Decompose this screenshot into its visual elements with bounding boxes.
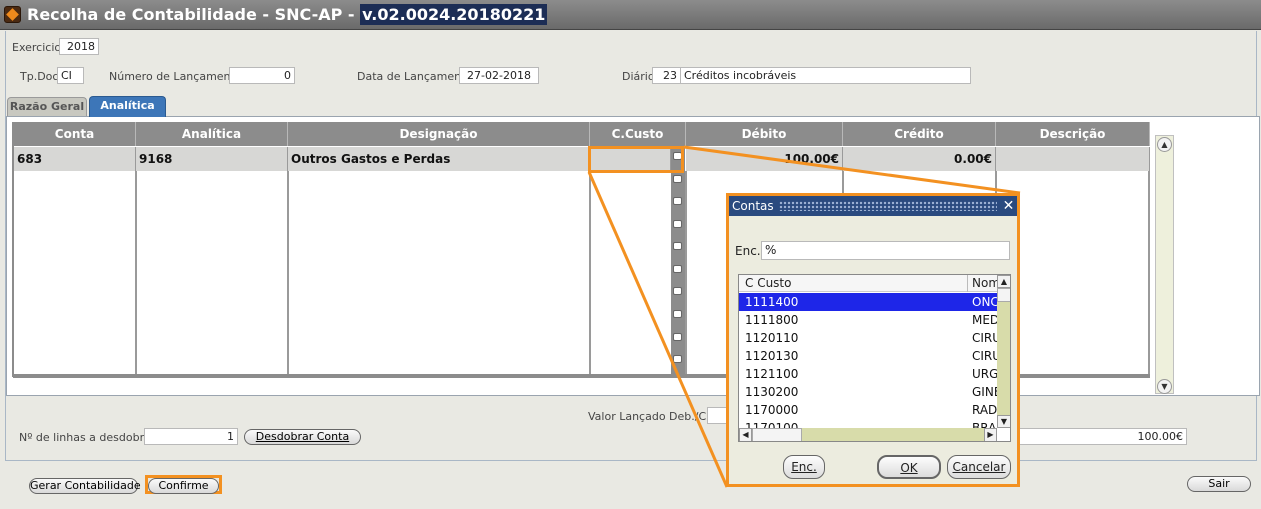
grid-column-divider [135,171,137,376]
list-scroll-up-icon[interactable]: ▲ [997,275,1010,288]
exercicio-field[interactable]: 2018 [59,38,99,55]
linhas-desdobrar-label: Nº de linhas a desdobrar: [19,431,159,444]
diario-code-field[interactable]: 23 [652,67,681,84]
col-header-descricao: Descrição [996,122,1150,146]
scroll-down-icon[interactable]: ▼ [1157,379,1172,394]
valor-lancado-label: Valor Lançado Deb./Cre. [588,410,721,423]
grid-right-border [1148,171,1150,376]
cell-analitica[interactable]: 9168 [136,147,288,171]
lov-button[interactable] [673,287,682,295]
enc-search-input[interactable]: % [761,241,1010,260]
window-title-version: v.02.0024.20180221 [360,4,548,25]
list-item[interactable]: 1120110CIRU [739,329,999,347]
list-scroll-down-icon[interactable]: ▼ [997,415,1010,428]
lov-button[interactable] [673,265,682,273]
col-header-designacao: Designação [288,122,590,146]
col-header-nome[interactable]: Nom [972,276,1000,290]
window-title: Recolha de Contabilidade - SNC-AP - v.02… [27,4,548,25]
gerar-contabilidade-button[interactable]: Gerar Contabilidade [29,478,141,494]
list-item[interactable]: 1111800 MED [739,311,999,329]
list-item[interactable]: 1170000 RAD [739,401,999,419]
list-header-divider [967,275,968,292]
valor-lancado-field[interactable] [707,407,727,424]
cell-designacao[interactable]: Outros Gastos e Perdas [288,147,590,171]
enc-button[interactable]: Enc. [783,455,825,479]
dialog-title: Contas [732,199,774,213]
tab-analitica[interactable]: Analítica [89,96,166,117]
lov-button[interactable] [673,175,682,183]
dialog-title-pattern [779,201,997,211]
list-scroll-right-icon[interactable]: ▶ [984,428,997,441]
exercicio-label: Exercicio [12,41,62,54]
sair-button[interactable]: Sair [1187,476,1251,492]
cell-debito[interactable]: 100.00€ [686,147,843,171]
list-item[interactable]: 1120130CIRU [739,347,999,365]
list-item[interactable]: 1111400 ONC [739,293,999,311]
numero-lancamento-label: Número de Lançamento: [109,70,246,83]
col-header-conta: Conta [14,122,136,146]
list-header: C Custo Nom [739,275,1000,292]
linhas-desdobrar-field[interactable]: 1 [144,428,238,445]
total-field: 100.00€ [1017,428,1187,445]
col-header-debito: Débito [686,122,843,146]
cell-conta[interactable]: 683 [14,147,136,171]
data-lancamento-field[interactable]: 27-02-2018 [459,67,539,84]
cell-credito[interactable]: 0.00€ [843,147,996,171]
list-scroll-left-icon[interactable]: ◀ [739,428,752,441]
grid-column-divider [685,171,687,376]
col-header-analitica: Analítica [136,122,288,146]
lov-button[interactable] [673,355,682,363]
lov-button[interactable] [673,242,682,250]
tab-razao-geral[interactable]: Razão Geral [7,97,87,116]
lov-button[interactable] [673,333,682,341]
ccusto-highlight [588,146,684,173]
enc-label: Enc. [735,244,761,258]
grid-left-border [12,122,14,377]
grid-scrollbar[interactable] [1155,135,1174,394]
lov-button[interactable] [673,220,682,228]
ok-button[interactable]: OK [877,455,941,479]
grid-column-divider [287,171,289,376]
desdobrar-conta-button[interactable]: Desdobrar Conta [244,429,361,445]
cancelar-button[interactable]: Cancelar [947,455,1011,479]
numero-lancamento-field[interactable]: 0 [229,67,295,84]
lov-button[interactable] [673,310,682,318]
grid-column-divider [589,171,591,376]
list-hscroll-thumb[interactable] [752,428,802,441]
close-icon[interactable]: ✕ [1000,196,1017,216]
scroll-up-icon[interactable]: ▲ [1157,137,1172,152]
lov-button[interactable] [673,197,682,205]
diario-description-field: Créditos incobráveis [680,67,971,84]
list-scroll-thumb[interactable] [997,288,1010,302]
list-item[interactable]: 1121100 URG [739,365,999,383]
contas-list[interactable]: C Custo Nom 1111400 ONC 1111800 MED 112011… [738,274,1011,442]
app-icon [4,6,21,23]
confirme-button[interactable]: Confirme [148,478,219,494]
contas-dialog: Contas ✕ Enc. % C Custo Nom 1111400 ONC 1… [726,193,1020,487]
list-item[interactable]: 1130200GINE [739,383,999,401]
tpdoc-field[interactable]: CI [57,67,84,84]
col-header-c-custo[interactable]: C Custo [745,276,791,290]
col-header-ccusto: C.Custo [590,122,686,146]
cell-descricao[interactable] [996,147,1150,171]
tpdoc-label: Tp.Doc. [20,70,62,83]
col-header-credito: Crédito [843,122,996,146]
